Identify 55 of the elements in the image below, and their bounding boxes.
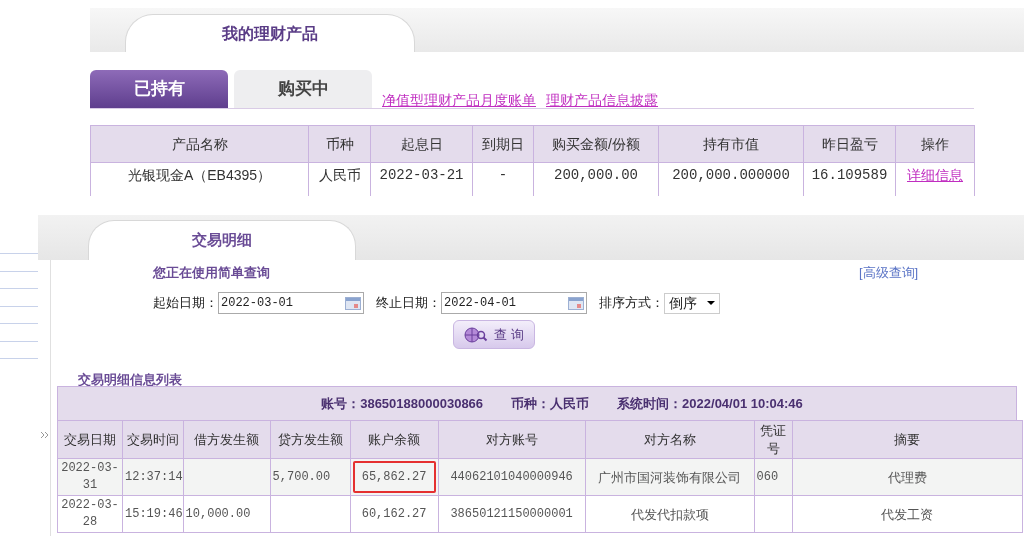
table-cell: 广州市国河装饰有限公司 <box>598 469 742 485</box>
column-header: 币种 <box>308 125 371 163</box>
caret-icon <box>707 301 715 305</box>
calendar-icon[interactable] <box>568 296 584 310</box>
date-field[interactable]: 2022-04-01 <box>441 292 587 314</box>
advanced-query-link[interactable]: [高级查询] <box>859 263 919 283</box>
link[interactable]: 净值型理财产品月度账单 <box>382 90 536 111</box>
column-header: 持有市值 <box>658 125 804 163</box>
sort-dropdown[interactable]: 倒序 <box>664 292 720 314</box>
date-field[interactable]: 2022-03-01 <box>218 292 364 314</box>
column-header: 借方发生额 <box>183 420 271 459</box>
table-cell: 光银现金A（EB4395） <box>90 162 309 196</box>
table-cell: 15:19:46 <box>125 506 183 521</box>
list-title: 交易明细信息列表 <box>78 371 182 389</box>
column-header: 贷方发生额 <box>270 420 351 459</box>
expand-icon[interactable] <box>40 431 49 439</box>
field-label: 终止日期： <box>376 294 441 313</box>
globe-search-icon <box>464 326 489 343</box>
column-header: 起息日 <box>370 125 473 163</box>
query-button[interactable]: 查 询 <box>453 320 535 349</box>
table-cell: 65,862.27 <box>352 461 436 493</box>
column-header: 对方名称 <box>585 420 755 459</box>
field-label: 排序方式： <box>599 294 664 313</box>
info-text: 系统时间：2022/04/01 10:04:46 <box>617 394 803 413</box>
info-text: 币种：人民币 <box>511 394 590 413</box>
field-label: 起始日期： <box>153 294 218 313</box>
tab[interactable]: 已持有 <box>90 70 228 108</box>
table-cell: 060 <box>756 469 779 484</box>
calendar-icon[interactable] <box>345 296 361 310</box>
table-cell: 代理费 <box>887 469 927 485</box>
column-header: 账户余额 <box>350 420 439 459</box>
column-header: 昨日盈亏 <box>803 125 896 163</box>
column-header: 操作 <box>895 125 975 163</box>
column-header: 到期日 <box>472 125 534 163</box>
column-header: 凭证号 <box>754 420 793 459</box>
table-cell: 38650121150000001 <box>450 506 573 521</box>
info-text: 账号：38650188000030866 <box>321 394 484 413</box>
column-header: 交易时间 <box>122 420 184 459</box>
table-cell: 44062101040000946 <box>450 469 573 484</box>
table-cell: 代发代扣款项 <box>630 506 709 522</box>
table-cell-text: 60,162.27 <box>360 505 428 523</box>
table-cell: 2022-03-31 <box>61 461 119 492</box>
table-cell: 2022-03-28 <box>61 498 119 529</box>
column-header: 交易日期 <box>57 420 123 459</box>
table-cell: 代发工资 <box>881 506 934 522</box>
column-header: 摘要 <box>792 420 1023 459</box>
table-cell: 12:37:14 <box>125 469 183 484</box>
link[interactable]: 理财产品信息披露 <box>546 90 658 111</box>
tab[interactable]: 购买中 <box>234 70 372 108</box>
column-header: 购买金额/份额 <box>533 125 659 163</box>
table-cell: 10,000.00 <box>185 506 251 521</box>
table-cell: 5,700.00 <box>272 469 331 484</box>
query-mode-label: 您正在使用简单查询 <box>153 264 270 282</box>
column-header: 对方账号 <box>438 420 586 459</box>
column-header: 产品名称 <box>90 125 309 163</box>
